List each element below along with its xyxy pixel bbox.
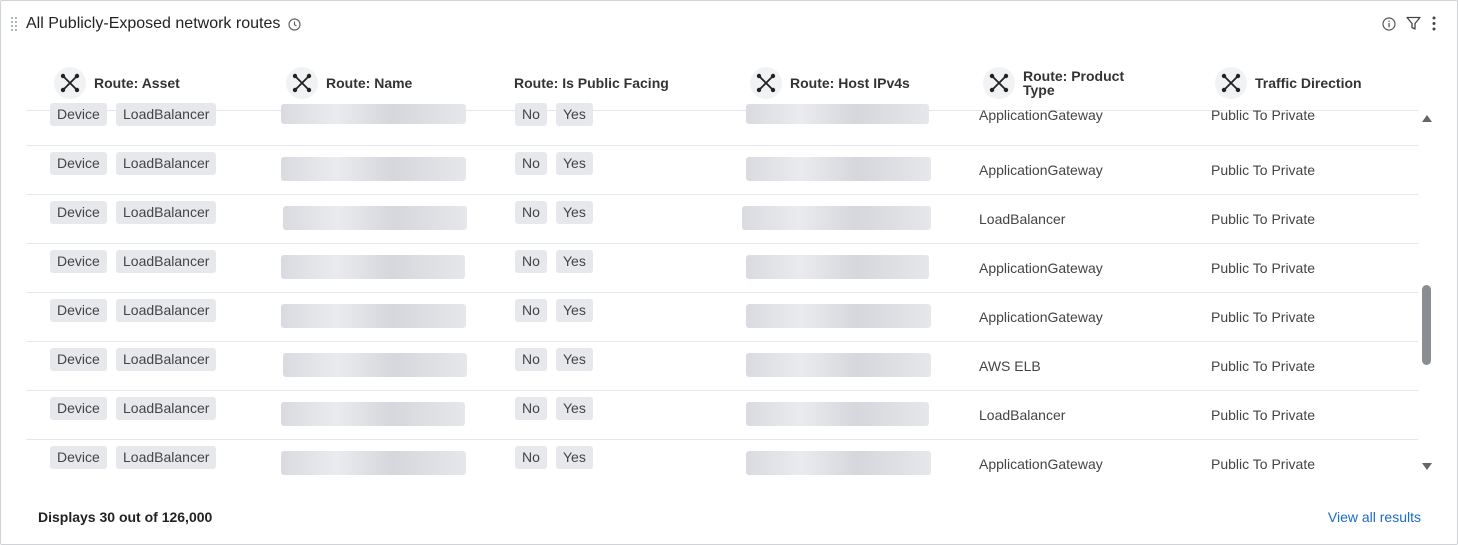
redacted-route-name bbox=[281, 304, 466, 328]
public-facing-tag: Yes bbox=[556, 250, 593, 273]
kebab-menu-icon[interactable] bbox=[1431, 16, 1437, 31]
product-type-cell: LoadBalancer bbox=[979, 407, 1066, 423]
widget-title: All Publicly-Exposed network routes bbox=[26, 15, 281, 32]
traffic-direction-cell: Public To Private bbox=[1211, 211, 1316, 227]
widget-panel: All Publicly-Exposed network routes Rout… bbox=[0, 0, 1458, 545]
filter-icon[interactable] bbox=[1406, 16, 1421, 31]
table-row[interactable]: Device LoadBalancer No Yes AWS ELB Publi… bbox=[26, 342, 1418, 391]
traffic-direction-cell: Public To Private bbox=[1211, 162, 1316, 178]
traffic-direction-cell: Public To Private bbox=[1211, 107, 1316, 123]
product-type-cell: ApplicationGateway bbox=[979, 309, 1103, 325]
column-label: Traffic Direction bbox=[1255, 75, 1362, 91]
table-row[interactable]: Device LoadBalancer No Yes ApplicationGa… bbox=[26, 97, 1418, 146]
route-node-icon bbox=[750, 67, 782, 99]
view-all-results-link[interactable]: View all results bbox=[1328, 509, 1421, 525]
redacted-route-name bbox=[283, 353, 467, 377]
route-node-icon bbox=[983, 67, 1015, 99]
asset-tag: Device bbox=[50, 348, 107, 371]
traffic-direction-cell: Public To Private bbox=[1211, 309, 1316, 325]
scroll-down-arrow-icon[interactable] bbox=[1422, 463, 1432, 470]
clock-icon[interactable] bbox=[288, 18, 301, 31]
public-facing-tag: Yes bbox=[556, 446, 593, 469]
redacted-route-name bbox=[281, 451, 466, 475]
product-type-cell: ApplicationGateway bbox=[979, 107, 1103, 123]
redacted-route-name bbox=[281, 104, 466, 124]
redacted-route-name bbox=[281, 402, 465, 426]
vertical-scrollbar[interactable] bbox=[1420, 113, 1434, 473]
routes-table: Route: Asset Route: Name Route: Is Publi… bbox=[26, 55, 1418, 491]
table-row[interactable]: Device LoadBalancer No Yes ApplicationGa… bbox=[26, 244, 1418, 293]
widget-header: All Publicly-Exposed network routes bbox=[1, 1, 1457, 47]
redacted-host-ipv4 bbox=[746, 104, 929, 124]
product-type-cell: ApplicationGateway bbox=[979, 260, 1103, 276]
asset-tag: LoadBalancer bbox=[116, 152, 217, 175]
asset-tag: LoadBalancer bbox=[116, 397, 217, 420]
public-facing-tag: Yes bbox=[556, 299, 593, 322]
redacted-host-ipv4 bbox=[742, 206, 931, 230]
public-facing-tag: Yes bbox=[556, 152, 593, 175]
drag-handle-icon[interactable] bbox=[11, 17, 19, 31]
scroll-up-arrow-icon[interactable] bbox=[1422, 115, 1432, 122]
route-node-icon bbox=[286, 67, 318, 99]
asset-tag: LoadBalancer bbox=[116, 250, 217, 273]
asset-tag: LoadBalancer bbox=[116, 103, 217, 126]
route-node-icon bbox=[1215, 67, 1247, 99]
scrollbar-thumb[interactable] bbox=[1422, 285, 1431, 365]
traffic-direction-cell: Public To Private bbox=[1211, 358, 1316, 374]
redacted-route-name bbox=[281, 255, 465, 279]
public-facing-tag: Yes bbox=[556, 348, 593, 371]
redacted-host-ipv4 bbox=[746, 304, 931, 328]
table-row[interactable]: Device LoadBalancer No Yes LoadBalancer … bbox=[26, 391, 1418, 440]
results-count: Displays 30 out of 126,000 bbox=[38, 509, 213, 525]
redacted-host-ipv4 bbox=[746, 157, 931, 181]
asset-tag: Device bbox=[50, 103, 107, 126]
table-row[interactable]: Device LoadBalancer No Yes LoadBalancer … bbox=[26, 195, 1418, 244]
public-facing-tag: Yes bbox=[556, 397, 593, 420]
public-facing-tag: No bbox=[515, 397, 547, 420]
asset-tag: LoadBalancer bbox=[116, 201, 217, 224]
product-type-cell: ApplicationGateway bbox=[979, 162, 1103, 178]
column-label: Route: Host IPv4s bbox=[790, 75, 910, 91]
table-row[interactable]: Device LoadBalancer No Yes ApplicationGa… bbox=[26, 146, 1418, 195]
redacted-route-name bbox=[283, 206, 467, 230]
product-type-cell: ApplicationGateway bbox=[979, 456, 1103, 472]
asset-tag: Device bbox=[50, 152, 107, 175]
column-label: Route: Name bbox=[326, 75, 413, 91]
info-icon[interactable] bbox=[1382, 16, 1396, 31]
asset-tag: LoadBalancer bbox=[116, 446, 217, 469]
redacted-host-ipv4 bbox=[746, 353, 931, 377]
column-label: Route: Is Public Facing bbox=[514, 75, 669, 91]
asset-tag: LoadBalancer bbox=[116, 348, 217, 371]
public-facing-tag: No bbox=[515, 201, 547, 224]
redacted-route-name bbox=[281, 157, 466, 181]
asset-tag: Device bbox=[50, 446, 107, 469]
redacted-host-ipv4 bbox=[746, 255, 929, 279]
route-node-icon bbox=[54, 67, 86, 99]
column-label: Route: Product Type bbox=[1023, 68, 1125, 98]
public-facing-tag: No bbox=[515, 299, 547, 322]
asset-tag: Device bbox=[50, 299, 107, 322]
asset-tag: Device bbox=[50, 397, 107, 420]
asset-tag: Device bbox=[50, 201, 107, 224]
public-facing-tag: No bbox=[515, 152, 547, 175]
asset-tag: LoadBalancer bbox=[116, 299, 217, 322]
redacted-host-ipv4 bbox=[746, 402, 929, 426]
public-facing-tag: No bbox=[515, 348, 547, 371]
public-facing-tag: No bbox=[515, 250, 547, 273]
column-label: Route: Asset bbox=[94, 75, 180, 91]
redacted-host-ipv4 bbox=[746, 451, 931, 475]
public-facing-tag: No bbox=[515, 446, 547, 469]
product-type-cell: LoadBalancer bbox=[979, 211, 1066, 227]
asset-tag: Device bbox=[50, 250, 107, 273]
traffic-direction-cell: Public To Private bbox=[1211, 407, 1316, 423]
table-row[interactable]: Device LoadBalancer No Yes ApplicationGa… bbox=[26, 440, 1418, 489]
traffic-direction-cell: Public To Private bbox=[1211, 260, 1316, 276]
product-type-cell: AWS ELB bbox=[979, 358, 1041, 374]
traffic-direction-cell: Public To Private bbox=[1211, 456, 1316, 472]
table-row[interactable]: Device LoadBalancer No Yes ApplicationGa… bbox=[26, 293, 1418, 342]
public-facing-tag: Yes bbox=[556, 103, 593, 126]
public-facing-tag: No bbox=[515, 103, 547, 126]
public-facing-tag: Yes bbox=[556, 201, 593, 224]
